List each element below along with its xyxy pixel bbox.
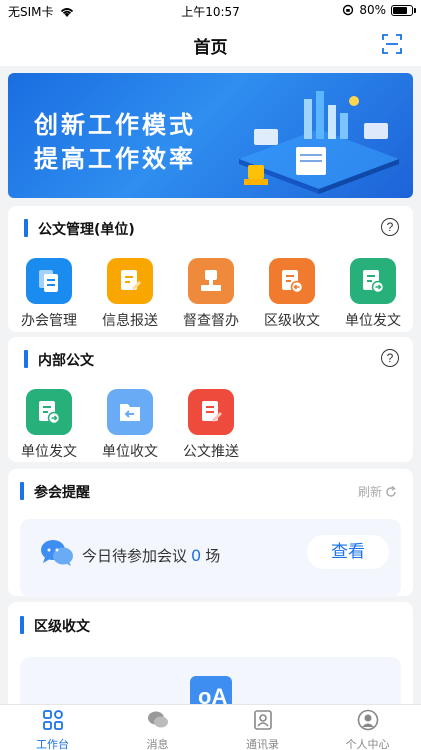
- help-icon[interactable]: ?: [381, 349, 399, 367]
- grid-item-unit-send[interactable]: 单位发文: [333, 258, 413, 330]
- meeting-reminder-card: 参会提醒 刷新 今日待参加会议 0 场 查看: [8, 469, 413, 597]
- doc-edit-icon: [107, 258, 153, 304]
- grid-item-doc-push[interactable]: 公文推送: [171, 389, 251, 461]
- banner-illustration: [239, 91, 399, 194]
- doc-receive-icon: [269, 258, 315, 304]
- internal-docs-card: 内部公文 ? 单位发文 单位收文 公文推送: [8, 337, 413, 462]
- chat-bubble-icon: [41, 540, 73, 566]
- grid-item-meeting-mgmt[interactable]: 办会管理: [9, 258, 89, 330]
- grid-item-internal-receive[interactable]: 单位收文: [90, 389, 170, 461]
- user-icon: [357, 709, 378, 731]
- tab-messages[interactable]: 消息: [105, 709, 210, 750]
- tab-contacts[interactable]: 通讯录: [210, 709, 315, 750]
- nav-bar: 首页: [0, 22, 421, 66]
- grid-item-label: 单位发文: [345, 313, 401, 329]
- grid-item-info-report[interactable]: 信息报送: [90, 258, 170, 330]
- section-marker: [24, 219, 28, 237]
- grid-item-internal-send[interactable]: 单位发文: [9, 389, 89, 461]
- banner-line-1: 创新工作模式: [34, 111, 196, 139]
- chat-icon: [147, 711, 168, 728]
- folder-in-icon: [107, 389, 153, 435]
- docs-mgmt-title: 公文管理(单位): [38, 222, 135, 238]
- grid-item-label: 信息报送: [102, 313, 158, 329]
- meeting-count: 0: [191, 546, 202, 565]
- tab-profile[interactable]: 个人中心: [315, 709, 420, 750]
- meeting-summary: 今日待参加会议 0 场 查看: [20, 519, 401, 597]
- meeting-text-after: 场: [205, 547, 221, 565]
- section-marker: [24, 350, 28, 368]
- view-button[interactable]: 查看: [307, 535, 389, 569]
- tab-label: 个人中心: [345, 738, 390, 750]
- refresh-icon: [386, 485, 396, 497]
- tab-label: 消息: [146, 738, 169, 750]
- meeting-text: 今日待参加会议 0 场: [82, 545, 220, 566]
- grid-item-label: 办会管理: [21, 313, 77, 329]
- scan-icon[interactable]: [381, 33, 403, 55]
- doc-send-icon: [26, 389, 72, 435]
- doc-push-icon: [188, 389, 234, 435]
- district-title: 区级收文: [34, 619, 90, 635]
- refresh-button[interactable]: 刷新: [358, 483, 397, 500]
- grid-item-supervision[interactable]: 督查督办: [171, 258, 251, 330]
- grid-item-label: 区级收文: [264, 313, 320, 329]
- stamp-icon: [188, 258, 234, 304]
- battery-percent: 80%: [359, 3, 386, 17]
- meeting-text-before: 今日待参加会议: [82, 547, 188, 565]
- section-marker: [20, 482, 24, 500]
- tab-label: 工作台: [36, 738, 69, 750]
- banner-line-2: 提高工作效率: [34, 145, 196, 173]
- tab-workbench[interactable]: 工作台: [0, 709, 105, 750]
- tab-bar: 工作台 消息 通讯录 个人中心: [0, 704, 421, 750]
- contacts-icon: [253, 710, 272, 730]
- promo-banner[interactable]: 创新工作模式 提高工作效率: [8, 73, 413, 198]
- grid-item-district-receive[interactable]: 区级收文: [252, 258, 332, 330]
- internal-docs-title: 内部公文: [38, 353, 94, 369]
- copy-icon: [26, 258, 72, 304]
- grid-item-label: 单位收文: [102, 444, 158, 460]
- grid-item-label: 公文推送: [183, 444, 239, 460]
- battery-icon: [391, 4, 416, 16]
- page-title: 首页: [193, 38, 228, 58]
- rotation-lock-icon: [343, 4, 354, 16]
- grid-item-label: 督查督办: [183, 313, 239, 329]
- status-bar: 无SIM卡 上午10:57 80%: [0, 0, 421, 22]
- tab-label: 通讯录: [246, 738, 279, 750]
- doc-send-icon: [350, 258, 396, 304]
- grid-item-label: 单位发文: [21, 444, 77, 460]
- district-receive-card: 区级收文 oA: [8, 602, 413, 712]
- docs-mgmt-card: 公文管理(单位) ? 办会管理 信息报送 督查督办 区级收文 单位发文: [8, 206, 413, 332]
- refresh-label: 刷新: [357, 485, 382, 499]
- grid-icon: [42, 710, 63, 730]
- help-icon[interactable]: ?: [381, 218, 399, 236]
- section-marker: [20, 616, 24, 634]
- meeting-title: 参会提醒: [34, 485, 90, 501]
